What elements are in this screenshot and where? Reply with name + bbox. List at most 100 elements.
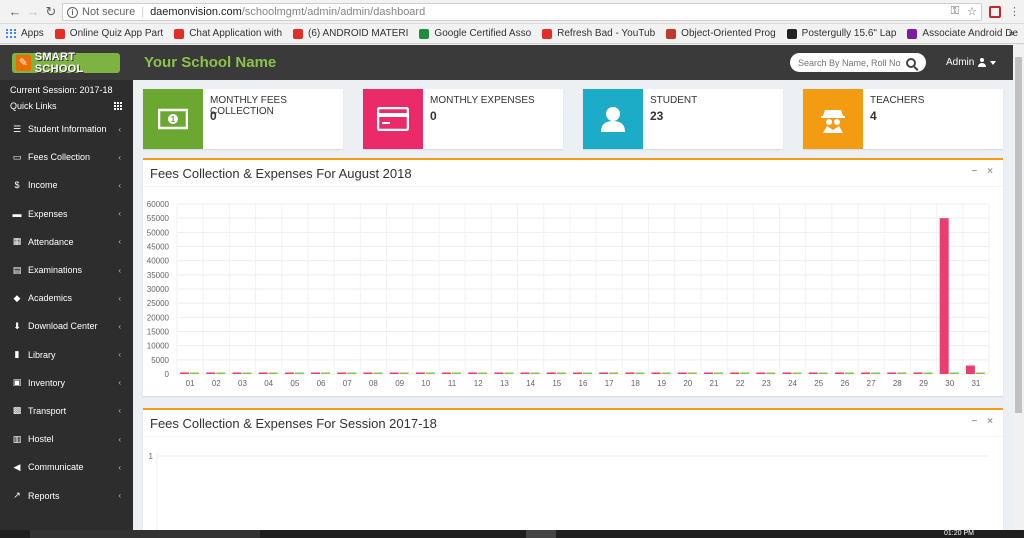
data-bar [923, 372, 933, 374]
bookmark-item[interactable]: (6) ANDROID MATERI [293, 28, 408, 39]
bookmark-item[interactable]: Refresh Bad - YouTub [542, 28, 655, 39]
data-bar [844, 372, 854, 374]
sidebar-item-inventory[interactable]: ▣ Inventory ‹ [0, 369, 133, 397]
data-bar [625, 372, 635, 374]
data-bar [425, 372, 435, 374]
info-icon[interactable]: i [67, 6, 78, 18]
data-bar [792, 372, 802, 374]
data-bar [756, 372, 766, 374]
stat-card[interactable]: MONTHLY EXPENSES 0 [363, 89, 563, 149]
sidebar-item-label: Attendance [28, 236, 74, 247]
bookmark-label: Chat Application with [189, 28, 283, 39]
x-tick-label: 09 [395, 379, 404, 388]
sidebar-item-transport[interactable]: ▩ Transport ‹ [0, 397, 133, 425]
logo[interactable]: ✎ SMART SCHOOL [12, 51, 120, 75]
forward-arrow-icon[interactable]: → [24, 4, 42, 19]
y-tick-label: 55000 [147, 214, 170, 223]
stat-value: 0 [210, 109, 217, 123]
chevron-left-icon: ‹ [118, 462, 121, 472]
x-tick-label: 15 [552, 379, 561, 388]
key-icon[interactable]: ⚿ [951, 5, 959, 18]
data-bar [887, 372, 897, 374]
sidebar-item-communicate[interactable]: ◀ Communicate ‹ [0, 453, 133, 481]
credit-card-icon: ▬ [12, 208, 22, 219]
bookmark-item[interactable]: Chat Application with [174, 28, 282, 39]
address-bar[interactable]: i Not secure | daemonvision.com/schoolmg… [62, 3, 982, 21]
sidebar-item-examinations[interactable]: ▤ Examinations ‹ [0, 256, 133, 284]
panel-title: Fees Collection & Expenses For Session 2… [150, 416, 437, 431]
y-tick-label: 15000 [147, 328, 170, 337]
grid-icon[interactable] [114, 101, 123, 111]
x-tick-label: 22 [736, 379, 745, 388]
y-tick-label: 60000 [147, 200, 170, 209]
quick-links[interactable]: Quick Links [0, 97, 133, 115]
x-tick-label: 24 [788, 379, 797, 388]
taskbar: 01:20 PM [0, 530, 1024, 538]
y-tick-label: 10000 [147, 342, 170, 351]
stat-card[interactable]: TEACHERS 4 [803, 89, 1003, 149]
sidebar-item-library[interactable]: ▮ Library ‹ [0, 341, 133, 369]
search-input[interactable] [798, 57, 902, 68]
sidebar-item-fees-collection[interactable]: ▭ Fees Collection ‹ [0, 143, 133, 171]
session-chart-panel: Fees Collection & Expenses For Session 2… [143, 408, 1003, 532]
star-icon[interactable]: ☆ [967, 5, 977, 18]
search-icon[interactable] [906, 57, 916, 68]
stat-card[interactable]: STUDENT 23 [583, 89, 783, 149]
bookmark-item[interactable]: Postergully 15.6" Lap [786, 28, 897, 39]
data-bar [740, 372, 750, 374]
sidebar-item-label: Examinations [28, 265, 83, 276]
user-secret-icon [803, 89, 863, 149]
x-tick-label: 06 [317, 379, 326, 388]
bookmark-label: Postergully 15.6" Lap [801, 28, 897, 39]
book-icon: ▮ [14, 349, 20, 360]
x-tick-label: 29 [919, 379, 928, 388]
sidebar-item-label: Transport [28, 405, 67, 416]
more-bookmarks-icon[interactable]: » [1008, 28, 1014, 39]
minimize-icon[interactable]: − [971, 166, 977, 177]
extension-icon[interactable] [989, 5, 1001, 18]
taskbar-item[interactable] [526, 530, 556, 538]
bookmark-item[interactable]: Object-Oriented Prog [666, 28, 776, 39]
bookmark-item[interactable]: Online Quiz App Part [54, 28, 163, 39]
sidebar-item-label: Income [28, 180, 58, 191]
sidebar-item-attendance[interactable]: ▦ Attendance ‹ [0, 228, 133, 256]
bookmark-item[interactable]: Apps [6, 28, 44, 39]
url-host: daemonvision.com [150, 6, 242, 18]
page-scrollbar[interactable] [1013, 45, 1024, 530]
stat-card[interactable]: 1 MONTHLY FEES COLLECTION 0 [143, 89, 343, 149]
bookmark-item[interactable]: Google Certified Asso [419, 28, 531, 39]
taskbar-item[interactable] [30, 530, 260, 538]
scroll-thumb[interactable] [1015, 57, 1022, 413]
y-tick-label: 20000 [147, 313, 170, 322]
sidebar-item-academics[interactable]: ◆ Academics ‹ [0, 284, 133, 312]
data-bar [242, 372, 252, 374]
map-icon: ▤ [12, 264, 22, 275]
y-tick-label: 30000 [147, 285, 170, 294]
data-bar [703, 372, 713, 374]
sidebar-item-expenses[interactable]: ▬ Expenses ‹ [0, 200, 133, 228]
admin-label: Admin [946, 57, 975, 68]
sidebar-item-reports[interactable]: ↗ Reports ‹ [0, 481, 133, 509]
bookmark-item[interactable]: Associate Android De [907, 28, 1018, 39]
sidebar-item-hostel[interactable]: ▥ Hostel ‹ [0, 425, 133, 453]
data-bar [389, 372, 399, 374]
back-arrow-icon[interactable]: ← [6, 4, 24, 19]
sidebar-item-download-center[interactable]: ⬇ Download Center ‹ [0, 312, 133, 340]
x-tick-label: 03 [238, 379, 247, 388]
chevron-left-icon: ‹ [118, 406, 121, 416]
data-bar [713, 372, 723, 374]
menu-dots-icon[interactable]: ⋮ [1009, 5, 1020, 18]
admin-menu[interactable]: Admin [946, 57, 997, 68]
close-icon[interactable]: × [987, 166, 993, 177]
sidebar-item-student-information[interactable]: ☰ Student Information ‹ [0, 115, 133, 143]
stat-label: MONTHLY EXPENSES [430, 95, 535, 106]
close-icon[interactable]: × [987, 416, 993, 427]
data-bar [975, 372, 985, 374]
sidebar-item-income[interactable]: $ Income ‹ [0, 171, 133, 199]
minimize-icon[interactable]: − [971, 416, 977, 427]
reload-icon[interactable]: ↻ [42, 4, 60, 20]
data-bar [687, 372, 697, 374]
stat-value: 4 [870, 109, 877, 123]
data-bar [913, 372, 923, 374]
data-bar [661, 372, 671, 374]
